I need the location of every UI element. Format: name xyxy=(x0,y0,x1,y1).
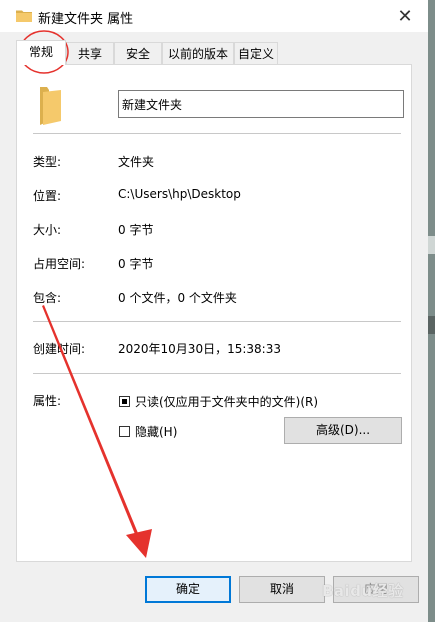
size-on-disk-value: 0 字节 xyxy=(118,257,154,271)
desktop-background xyxy=(428,236,435,254)
hidden-checkbox-box[interactable] xyxy=(119,426,130,437)
created-label: 创建时间: xyxy=(33,342,86,356)
attributes-label: 属性: xyxy=(33,394,62,408)
folder-name-input[interactable] xyxy=(118,90,404,118)
type-label: 类型: xyxy=(33,155,62,169)
divider xyxy=(33,321,401,322)
hidden-checkbox-label: 隐藏(H) xyxy=(135,425,178,439)
watermark: Baidu经验 xyxy=(322,582,404,600)
tab-customize[interactable]: 自定义 xyxy=(234,42,278,64)
tab-previous-versions[interactable]: 以前的版本 xyxy=(162,42,234,64)
contains-value: 0 个文件，0 个文件夹 xyxy=(118,291,237,305)
location-value: C:\Users\hp\Desktop xyxy=(118,187,241,201)
close-button[interactable]: ✕ xyxy=(382,0,428,32)
advanced-button[interactable]: 高级(D)... xyxy=(284,417,402,444)
type-value: 文件夹 xyxy=(118,155,155,169)
ok-button[interactable]: 确定 xyxy=(145,576,231,603)
divider xyxy=(33,133,401,134)
size-on-disk-label: 占用空间: xyxy=(33,257,86,271)
desktop-background xyxy=(428,0,435,622)
tab-sharing[interactable]: 共享 xyxy=(66,42,114,64)
size-label: 大小: xyxy=(33,223,62,237)
contains-label: 包含: xyxy=(33,291,62,305)
readonly-checkbox[interactable]: 只读(仅应用于文件夹中的文件)(R) xyxy=(119,393,318,410)
divider xyxy=(33,373,401,374)
close-icon: ✕ xyxy=(397,5,413,27)
folder-icon xyxy=(40,87,61,125)
properties-dialog: 新建文件夹 属性 ✕ 常规 共享 安全 以前的版本 自定义 类型: 文件夹 位置… xyxy=(0,0,428,622)
hidden-checkbox[interactable]: 隐藏(H) xyxy=(119,423,177,440)
folder-icon xyxy=(16,10,32,22)
created-value: 2020年10月30日，15:38:33 xyxy=(118,342,281,356)
tab-security[interactable]: 安全 xyxy=(114,42,162,64)
location-label: 位置: xyxy=(33,189,62,203)
general-panel: 类型: 文件夹 位置: C:\Users\hp\Desktop 大小: 0 字节… xyxy=(16,64,412,562)
tab-general[interactable]: 常规 xyxy=(16,40,66,65)
desktop-background xyxy=(428,316,435,334)
cancel-button[interactable]: 取消 xyxy=(239,576,325,603)
title-bar: 新建文件夹 属性 ✕ xyxy=(0,0,428,32)
readonly-checkbox-label: 只读(仅应用于文件夹中的文件)(R) xyxy=(135,395,319,409)
window-title: 新建文件夹 属性 xyxy=(38,12,134,27)
size-value: 0 字节 xyxy=(118,223,154,237)
readonly-checkbox-box[interactable] xyxy=(119,396,130,407)
